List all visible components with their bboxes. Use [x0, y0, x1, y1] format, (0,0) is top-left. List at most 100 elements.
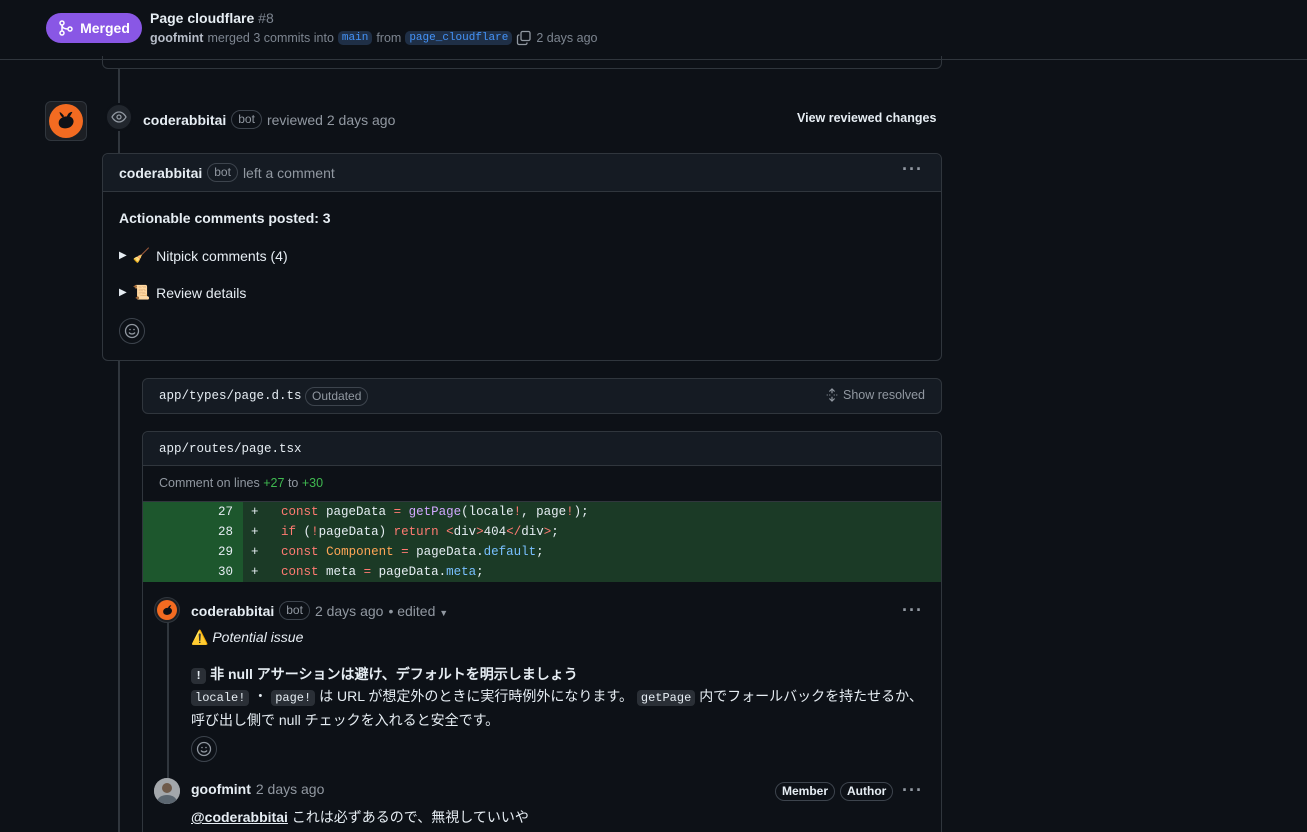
author-badge: Author [840, 782, 894, 801]
view-reviewed-changes-link[interactable]: View reviewed changes [797, 111, 936, 125]
comment-time[interactable]: 2 days ago [256, 781, 325, 797]
nitpick-label: Nitpick comments (4) [156, 247, 288, 264]
more-options-icon[interactable]: ··· [902, 780, 923, 801]
review-details-label: Review details [156, 284, 247, 301]
bot-badge: bot [231, 110, 262, 129]
file-header: app/routes/page.tsx [143, 432, 941, 466]
pr-header: Merged Page cloudflare #8 goofmint merge… [0, 0, 1307, 60]
expand-triangle-icon: ▶ [119, 250, 127, 261]
comment-badges: Member Author [775, 782, 894, 801]
diff-line: 29 + const Component = pageData.default; [143, 542, 941, 562]
base-branch[interactable]: main [337, 31, 373, 45]
timeline-line [118, 131, 120, 153]
add-reaction-button[interactable] [119, 318, 145, 344]
copy-icon[interactable] [516, 30, 532, 46]
comment-time[interactable]: 2 days ago [315, 603, 384, 619]
warning-icon: ⚠️ [191, 629, 209, 645]
review-event: coderabbitai bot reviewed 2 days ago [143, 110, 395, 129]
line-number: 29 [143, 542, 243, 562]
comment-body: locale! ・ page! は URL が想定外のときに実行時例外になります… [191, 685, 931, 731]
diff-code: + const pageData = getPage(locale!, page… [243, 502, 941, 522]
comment-body: @coderabbitai これは必ずあるので、無視していいや [191, 806, 529, 828]
comment-lines-info: Comment on lines +27 to +30 [159, 476, 323, 490]
review-comment-header: coderabbitai bot left a comment [103, 154, 941, 192]
merge-text: merged 3 commits into [207, 31, 334, 45]
diff-line: 28 + if (!pageData) return <div>404</div… [143, 522, 941, 542]
bot-badge: bot [279, 601, 310, 620]
outdated-file-header[interactable]: app/types/page.d.ts Outdated Show resolv… [142, 378, 942, 414]
goofmint-avatar[interactable] [154, 778, 180, 804]
diff-line: 30 + const meta = pageData.meta; [143, 562, 941, 582]
diff-code: + const meta = pageData.meta; [243, 562, 941, 582]
review-details-toggle[interactable]: ▶ 📜 Review details [119, 284, 246, 301]
diff-code: + const Component = pageData.default; [243, 542, 941, 562]
edited-dropdown[interactable]: • edited ▼ [388, 603, 448, 619]
pr-number: #8 [258, 10, 274, 26]
rabbit-icon [49, 104, 83, 138]
diff-line: 27 + const pageData = getPage(locale!, p… [143, 502, 941, 522]
file-comment-thread: app/routes/page.tsx Comment on lines +27… [142, 431, 942, 832]
line-to-word: to [287, 476, 299, 490]
bang-code: ! [191, 668, 207, 684]
reply-text: これは必ずあるので、無視していいや [291, 809, 529, 825]
from-text: from [376, 31, 402, 45]
mention-link[interactable]: @coderabbitai [191, 809, 288, 825]
timeline-line [118, 361, 120, 832]
code-getpage: getPage [636, 690, 696, 706]
separator: ・ [253, 688, 268, 704]
unfold-icon [826, 388, 838, 402]
user-photo-icon [154, 778, 180, 804]
member-badge: Member [775, 782, 836, 801]
smiley-icon [124, 323, 140, 339]
previous-card-bottom [102, 56, 942, 69]
diff-hunk: 27 + const pageData = getPage(locale!, p… [143, 501, 941, 582]
body-text-2: 内でフォールバックを持たせるか、 [699, 688, 923, 704]
comment-lines-label: Comment on lines [159, 476, 260, 490]
code-page: page! [271, 690, 316, 706]
more-options-icon[interactable]: ··· [902, 159, 923, 180]
pr-title-text: Page cloudflare [150, 10, 255, 26]
potential-issue-label: Potential issue [212, 629, 304, 645]
eye-icon [105, 103, 133, 131]
body-text-3: 呼び出し側で null チェックを入れると安全です。 [191, 712, 500, 728]
line-number: 28 [143, 522, 243, 542]
pr-author-link[interactable]: goofmint [150, 31, 203, 45]
heading-text: 非 null アサーションは避け、デフォルトを明示しましょう [210, 666, 578, 682]
merged-label: Merged [80, 20, 130, 36]
diff-sign: + [251, 545, 259, 559]
coderabbit-avatar[interactable] [45, 101, 87, 141]
diff-sign: + [251, 525, 259, 539]
merge-icon [59, 20, 73, 36]
review-action: reviewed 2 days ago [266, 111, 396, 128]
thread-line [167, 622, 169, 782]
pr-title: Page cloudflare #8 [150, 10, 274, 26]
comment-user[interactable]: goofmint [191, 781, 251, 797]
head-branch[interactable]: page_cloudflare [405, 31, 513, 45]
line-number: 27 [143, 502, 243, 522]
add-reaction-button[interactable] [191, 736, 217, 762]
pr-time: 2 days ago [536, 31, 598, 45]
broom-emoji: 🧹 [132, 247, 151, 263]
expand-triangle-icon: ▶ [119, 287, 127, 298]
outdated-file-name[interactable]: app/types/page.d.ts [159, 389, 302, 403]
reviewer-name[interactable]: coderabbitai [143, 112, 226, 128]
comment-header: coderabbitai bot 2 days ago • edited ▼ [191, 601, 448, 620]
comment-heading: ! 非 null アサーションは避け、デフォルトを明示しましょう [191, 663, 578, 687]
line-number: 30 [143, 562, 243, 582]
diff-sign: + [251, 505, 259, 519]
outdated-badge: Outdated [305, 387, 369, 406]
coderabbit-avatar[interactable] [154, 597, 180, 623]
file-name[interactable]: app/routes/page.tsx [159, 442, 302, 456]
comment-user[interactable]: coderabbitai [191, 603, 274, 619]
more-options-icon[interactable]: ··· [902, 600, 923, 621]
potential-issue-line: ⚠️ Potential issue [191, 626, 303, 648]
show-resolved-label: Show resolved [843, 388, 925, 402]
show-resolved-button[interactable]: Show resolved [825, 388, 925, 402]
edited-label: • edited [388, 602, 436, 619]
comment-header: goofmint 2 days ago [191, 781, 324, 797]
nitpick-comments-toggle[interactable]: ▶ 🧹 Nitpick comments (4) [119, 247, 288, 264]
review-comment-user[interactable]: coderabbitai [119, 165, 202, 181]
bot-badge: bot [207, 163, 238, 182]
line-from: +27 [263, 476, 285, 490]
review-comment-action: left a comment [242, 164, 335, 181]
